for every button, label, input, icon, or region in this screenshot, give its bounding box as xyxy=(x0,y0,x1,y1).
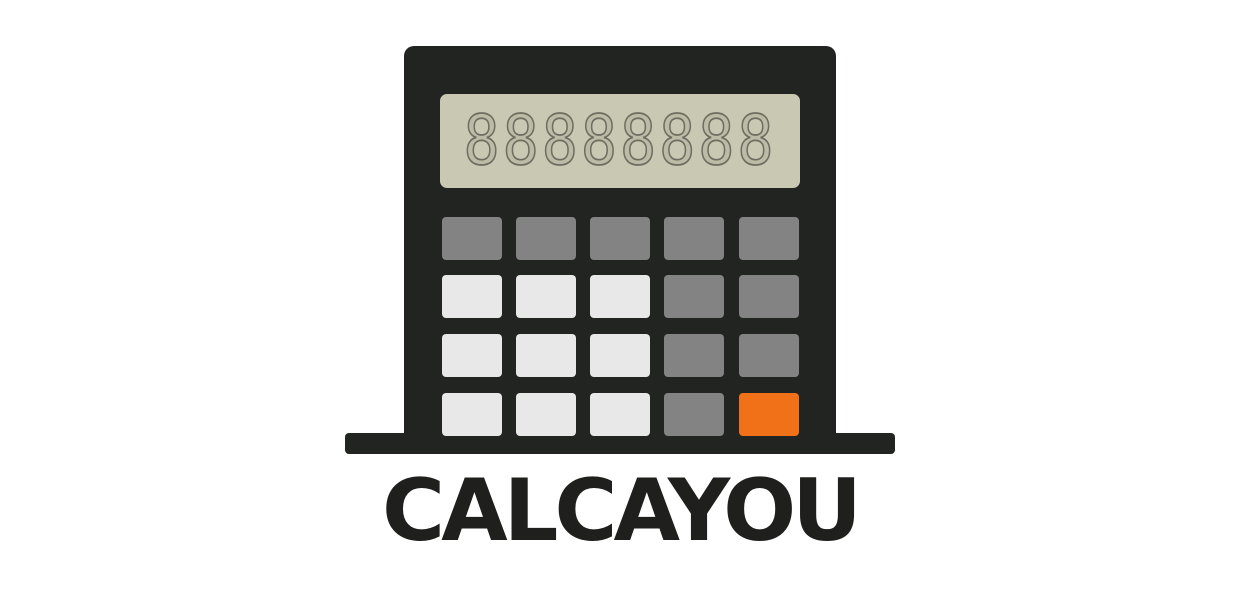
logo: 88888888 CALCAYOU xyxy=(0,0,1240,600)
brand-name: CALCAYOU xyxy=(381,461,862,561)
calculator-key xyxy=(590,393,650,436)
calculator-display: 88888888 xyxy=(440,94,800,188)
calculator-key xyxy=(442,217,502,260)
calculator-key xyxy=(590,334,650,377)
calculator-key xyxy=(739,334,799,377)
calculator-key xyxy=(590,217,650,260)
calculator-key xyxy=(739,275,799,318)
calculator-key xyxy=(516,217,576,260)
calculator-key-equals xyxy=(739,393,799,436)
calculator-key xyxy=(739,217,799,260)
calculator-key xyxy=(442,275,502,318)
calculator-key xyxy=(664,393,724,436)
calculator-key xyxy=(442,393,502,436)
calculator-key xyxy=(516,275,576,318)
calculator-key xyxy=(516,393,576,436)
calculator-key xyxy=(664,334,724,377)
display-digits: 88888888 xyxy=(463,100,777,182)
calculator-key xyxy=(442,334,502,377)
calculator-key xyxy=(516,334,576,377)
calculator-key xyxy=(664,275,724,318)
calculator-key xyxy=(590,275,650,318)
calculator-key xyxy=(664,217,724,260)
